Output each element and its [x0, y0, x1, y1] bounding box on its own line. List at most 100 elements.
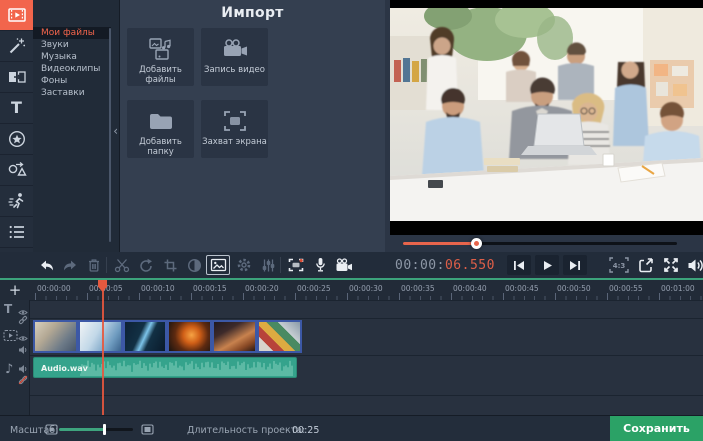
zoom-in-button[interactable] [140, 422, 154, 436]
save-button[interactable]: Сохранить [610, 416, 703, 441]
video-clip-2[interactable] [78, 320, 123, 353]
next-frame-button[interactable] [563, 255, 587, 275]
screen-capture-icon [221, 107, 249, 135]
fullscreen-icon [663, 257, 679, 273]
category-videoclips[interactable]: Видеоклипы [33, 63, 111, 75]
screen-capture-button[interactable]: Захват экрана [201, 100, 268, 158]
sidebar-item-filters[interactable] [0, 31, 33, 62]
ruler-ticks [35, 293, 703, 300]
zoom-in-icon [141, 424, 154, 435]
add-files-button[interactable]: Добавить файлы [127, 28, 194, 86]
redo-button[interactable] [60, 255, 80, 275]
video-clip-3[interactable] [123, 320, 168, 353]
sidebar-item-more-tools[interactable] [0, 217, 33, 248]
timecode-elapsed: 00:00: [395, 258, 445, 273]
export-frame-button[interactable] [635, 255, 655, 275]
preview-seek-bar[interactable] [403, 242, 677, 245]
speaker-icon[interactable] [18, 340, 28, 359]
video-clip-5[interactable] [212, 320, 257, 353]
sidebar-item-transitions[interactable] [0, 62, 33, 93]
screen-capture-label: Захват экрана [202, 137, 267, 147]
category-music[interactable]: Музыка [33, 51, 111, 63]
running-figure-icon [7, 191, 27, 211]
track-separator [0, 355, 703, 356]
video-clip-4[interactable] [167, 320, 212, 353]
project-duration-label: Длительность проекта: [187, 425, 305, 436]
category-intros[interactable]: Заставки [33, 87, 111, 99]
sidebar-item-animation[interactable] [0, 186, 33, 217]
unlink-icon[interactable] [18, 370, 28, 389]
play-button[interactable] [535, 255, 559, 275]
media-category-list: Мои файлы Звуки Музыка Видеоклипы Фоны З… [33, 27, 111, 99]
seek-bar-handle[interactable] [471, 238, 482, 249]
category-backgrounds[interactable]: Фоны [33, 75, 111, 87]
playhead-line[interactable] [102, 281, 104, 415]
ruler-label: 00:00:00 [37, 284, 71, 293]
sidebar-item-titles[interactable]: T [0, 93, 33, 124]
film-play-icon [7, 5, 27, 25]
add-folder-label: Добавить папку [127, 137, 194, 157]
zoom-slider-fill [59, 428, 105, 431]
scissors-icon [114, 258, 130, 273]
settings-button[interactable] [234, 255, 254, 275]
clip-properties-button[interactable] [206, 255, 230, 275]
crop-button[interactable] [160, 255, 180, 275]
split-button[interactable] [112, 255, 132, 275]
link-icon[interactable] [18, 310, 28, 329]
video-clip-1[interactable] [33, 320, 78, 353]
toolbar-separator [106, 257, 107, 273]
fullscreen-button[interactable] [661, 255, 681, 275]
video-track-clips [33, 320, 302, 353]
timeline: 00:00:00 00:00:05 00:00:10 00:00:15 00:0… [0, 278, 703, 415]
zoom-out-button[interactable] [44, 422, 58, 436]
undo-button[interactable] [36, 255, 56, 275]
audio-levels-button[interactable] [258, 255, 278, 275]
titles-t-icon: T [11, 100, 22, 116]
play-icon [542, 260, 553, 271]
ruler-label: 00:00:40 [453, 284, 487, 293]
volume-button[interactable] [685, 255, 703, 275]
rotate-button[interactable] [136, 255, 156, 275]
timecode-current: 06.550 [445, 258, 495, 273]
redo-icon [62, 258, 79, 273]
delete-button[interactable] [84, 255, 104, 275]
sidebar-item-media-import[interactable] [0, 0, 33, 31]
record-audio-button[interactable] [310, 255, 330, 275]
record-video-button[interactable]: Запись видео [201, 28, 268, 86]
sidebar-item-callouts[interactable] [0, 155, 33, 186]
aspect-ratio-button[interactable]: 4:3 [607, 255, 631, 275]
audio-clip[interactable]: Audio.wav [33, 357, 297, 378]
ruler-label: 00:00:55 [609, 284, 643, 293]
add-track-button[interactable]: + [0, 280, 30, 300]
record-screen-icon [287, 257, 305, 273]
video-clip-6[interactable] [257, 320, 302, 353]
ruler-label: 00:00:30 [349, 284, 383, 293]
sidebar-item-stickers[interactable] [0, 124, 33, 155]
preview-frame-image [390, 8, 703, 221]
color-adjust-button[interactable] [184, 255, 204, 275]
ruler-label: 00:00:15 [193, 284, 227, 293]
panel-collapse-arrow[interactable]: ‹ [113, 125, 118, 137]
zoom-slider-handle[interactable] [103, 424, 106, 435]
ruler-label: 00:00:50 [557, 284, 591, 293]
record-screen-button[interactable] [286, 255, 306, 275]
add-folder-button[interactable]: Добавить папку [127, 100, 194, 158]
add-files-icon [147, 35, 175, 63]
player-controls: 00:00:06.550 4:3 [385, 252, 703, 278]
category-sounds[interactable]: Звуки [33, 39, 111, 51]
image-icon [210, 258, 227, 272]
ruler-label: 00:00:45 [505, 284, 539, 293]
previous-frame-button[interactable] [507, 255, 531, 275]
record-video-toolbar-button[interactable] [334, 255, 354, 275]
gear-icon [236, 257, 252, 273]
aspect-ratio-icon: 4:3 [608, 256, 630, 274]
category-my-files[interactable]: Мои файлы [33, 27, 111, 39]
transition-icon [7, 67, 27, 87]
track-separator [0, 395, 703, 396]
previous-frame-icon [513, 260, 525, 271]
microphone-icon [313, 257, 328, 273]
timeline-zoom-slider[interactable] [59, 428, 133, 431]
add-files-label: Добавить файлы [127, 65, 194, 85]
category-scrollbar[interactable] [109, 28, 111, 242]
video-preview [390, 0, 703, 235]
